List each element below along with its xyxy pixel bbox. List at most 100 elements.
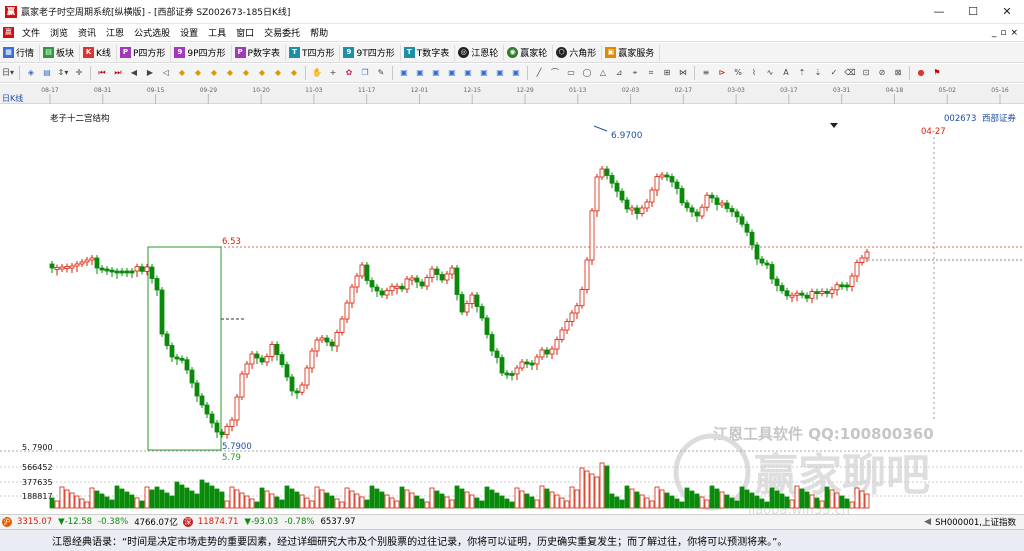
draw-7-icon[interactable]: ⌖	[629, 67, 641, 79]
volume-bar	[304, 497, 310, 509]
plus-icon[interactable]: +	[327, 67, 339, 79]
mdi-minimize-button[interactable]: _	[992, 28, 997, 38]
mark-icon[interactable]: ✓	[828, 67, 840, 79]
menu-browse[interactable]: 浏览	[45, 26, 73, 39]
draw-10-icon[interactable]: ⋈	[677, 67, 689, 79]
volume-bar	[694, 493, 700, 509]
toolbar-p-square-button[interactable]: P P四方形	[117, 44, 172, 61]
draw-5-icon[interactable]: △	[597, 67, 609, 79]
candle-body	[714, 197, 720, 205]
tile-8-icon[interactable]: ▣	[510, 67, 522, 79]
draw-1-icon[interactable]: ╱	[533, 67, 545, 79]
menu-help[interactable]: 帮助	[305, 26, 333, 39]
draw-9-icon[interactable]: ⊞	[661, 67, 673, 79]
diamond-6-icon[interactable]: ◆	[256, 67, 268, 79]
menu-file[interactable]: 文件	[17, 26, 45, 39]
draw-8-icon[interactable]: ⌗	[645, 67, 657, 79]
wave-icon[interactable]: ∿	[764, 67, 776, 79]
left-icon[interactable]: ◀	[128, 67, 140, 79]
zoom-out-icon[interactable]: ◁	[160, 67, 172, 79]
tile-5-icon[interactable]: ▣	[462, 67, 474, 79]
cursor-dropdown-icon[interactable]: ⇕▾	[57, 67, 69, 79]
color-icon[interactable]: ✎	[375, 67, 387, 79]
layers-icon[interactable]: ❐	[359, 67, 371, 79]
fib-icon[interactable]: ≡	[700, 67, 712, 79]
mdi-restore-button[interactable]: ▫	[1000, 28, 1006, 38]
volume-bar	[114, 485, 120, 509]
diamond-3-icon[interactable]: ◆	[208, 67, 220, 79]
note-icon[interactable]: ▤	[41, 67, 53, 79]
draw-2-icon[interactable]: ⌒	[549, 67, 561, 79]
menu-tools[interactable]: 工具	[203, 26, 231, 39]
first-icon[interactable]: ⏮	[96, 67, 108, 79]
kline-chart[interactable]: 江恩工具软件 QQ:100800360 赢家聊吧 liaoba.win33.cn…	[0, 104, 1024, 518]
arrow-down-icon[interactable]: ⇣	[812, 67, 824, 79]
text-icon[interactable]: A	[780, 67, 792, 79]
eraser-icon[interactable]: ⌫	[844, 67, 856, 79]
scroll-left-icon[interactable]: ◀	[924, 517, 931, 527]
index-code[interactable]: SH000001,上证指数	[935, 516, 1016, 528]
menu-formula[interactable]: 公式选股	[129, 26, 175, 39]
tile-6-icon[interactable]: ▣	[478, 67, 490, 79]
tile-7-icon[interactable]: ▣	[494, 67, 506, 79]
toolbar-kline-button[interactable]: K K线	[80, 44, 117, 61]
hand-icon[interactable]: ✋	[311, 67, 323, 79]
toolbar-gann-wheel-button[interactable]: ◎ 江恩轮	[455, 44, 505, 61]
period-dropdown-icon[interactable]: 日▾	[2, 67, 14, 79]
draw-3-icon[interactable]: ▭	[565, 67, 577, 79]
overlay-dropdown-icon[interactable]	[830, 123, 838, 128]
volume-bar	[469, 494, 475, 509]
percent-icon[interactable]: %	[732, 67, 744, 79]
cross-icon[interactable]: ✛	[73, 67, 85, 79]
menu-settings[interactable]: 设置	[175, 26, 203, 39]
minimize-button[interactable]: —	[922, 0, 956, 24]
toolbar-sector-button[interactable]: ▤ 板块	[40, 44, 81, 61]
t-square-icon: T	[288, 47, 300, 58]
arrow-up-icon[interactable]: ⇡	[796, 67, 808, 79]
toolbar-service-button[interactable]: ▣ 赢家服务	[602, 44, 661, 61]
indicator-icon[interactable]: ◈	[25, 67, 37, 79]
last-icon[interactable]: ⏭	[112, 67, 124, 79]
toolbar-9p-square-button[interactable]: 9 9P四方形	[171, 44, 232, 61]
maximize-button[interactable]: ☐	[956, 0, 990, 24]
draw-6-icon[interactable]: ⊿	[613, 67, 625, 79]
lock-icon[interactable]: ⊡	[860, 67, 872, 79]
diamond-7-icon[interactable]: ◆	[272, 67, 284, 79]
alert-icon[interactable]: ⚑	[931, 67, 943, 79]
diamond-2-icon[interactable]: ◆	[192, 67, 204, 79]
candle-body	[109, 269, 115, 273]
toolbar-t-square-button[interactable]: T T四方形	[286, 44, 341, 61]
toolbar-winner-wheel-button[interactable]: ◉ 赢家轮	[504, 44, 554, 61]
candle-body	[749, 231, 755, 246]
tile-2-icon[interactable]: ▣	[414, 67, 426, 79]
menu-trade[interactable]: 交易委托	[259, 26, 305, 39]
toolbar-p-number-button[interactable]: P P数字表	[232, 44, 286, 61]
toolbar-quotes-button[interactable]: ▦ 行情	[0, 44, 41, 61]
diamond-8-icon[interactable]: ◆	[288, 67, 300, 79]
hide-icon[interactable]: ⊘	[876, 67, 888, 79]
diamond-5-icon[interactable]: ◆	[240, 67, 252, 79]
mdi-close-button[interactable]: ×	[1010, 28, 1018, 38]
volume-bar	[749, 492, 755, 509]
menu-gann[interactable]: 江恩	[101, 26, 129, 39]
ruler-icon[interactable]: ⊳	[716, 67, 728, 79]
tile-4-icon[interactable]: ▣	[446, 67, 458, 79]
color-ball-icon[interactable]: ●	[915, 67, 927, 79]
right-icon[interactable]: ▶	[144, 67, 156, 79]
toolbar-hexagon-button[interactable]: ⬡ 六角形	[553, 44, 603, 61]
toolbar-t-number-button[interactable]: T T数字表	[401, 44, 456, 61]
diamond-1-icon[interactable]: ◆	[176, 67, 188, 79]
draw-4-icon[interactable]: ◯	[581, 67, 593, 79]
menu-window[interactable]: 窗口	[231, 26, 259, 39]
menu-info[interactable]: 资讯	[73, 26, 101, 39]
delete-icon[interactable]: ⊠	[892, 67, 904, 79]
tile-1-icon[interactable]: ▣	[398, 67, 410, 79]
close-button[interactable]: ✕	[990, 0, 1024, 24]
chart-icon[interactable]: ✿	[343, 67, 355, 79]
candle-body	[229, 419, 235, 427]
volume-bar	[244, 495, 250, 509]
tile-3-icon[interactable]: ▣	[430, 67, 442, 79]
cycle-icon[interactable]: ⌇	[748, 67, 760, 79]
toolbar-9t-square-button[interactable]: 9 9T四方形	[340, 44, 401, 61]
diamond-4-icon[interactable]: ◆	[224, 67, 236, 79]
